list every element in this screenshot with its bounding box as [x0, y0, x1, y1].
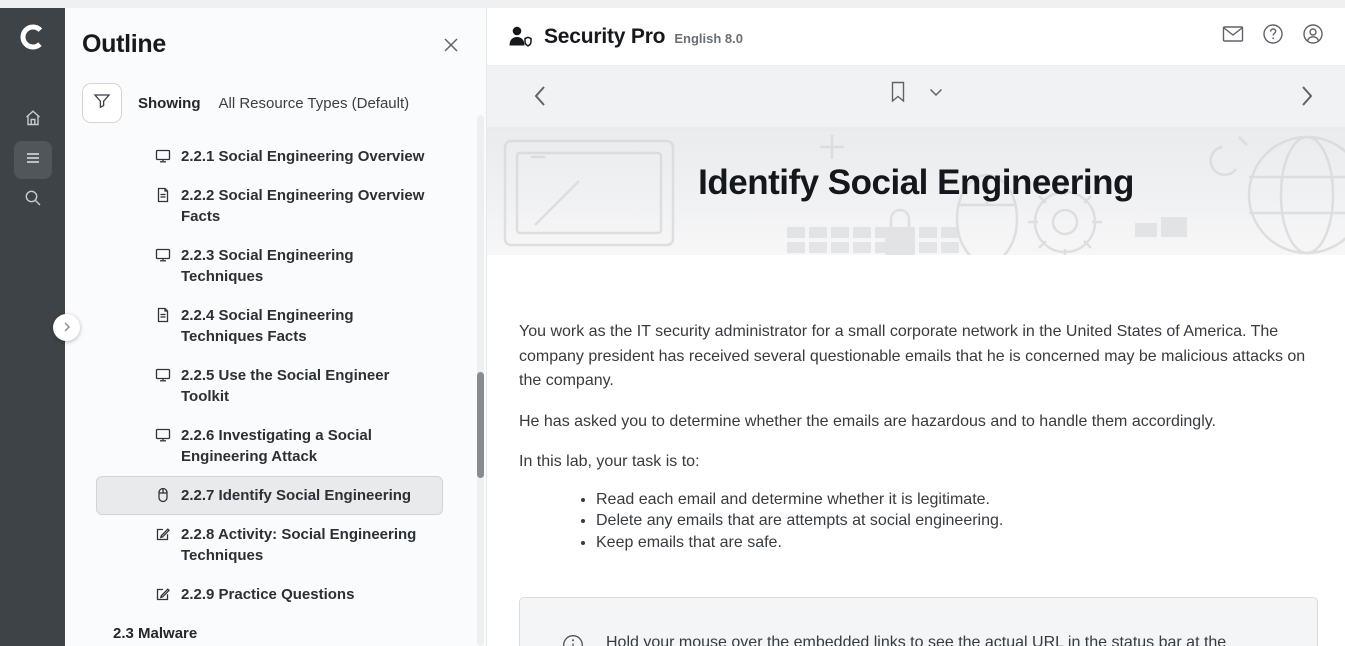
outline-item[interactable]: 2.2.4 Social Engineering Techniques Fact…	[96, 296, 443, 356]
lesson-banner: Identify Social Engineering	[487, 127, 1345, 255]
close-icon	[442, 41, 460, 58]
edit-icon	[155, 584, 171, 602]
collapse-panel-button[interactable]	[53, 314, 80, 341]
outline-scrollbar-thumb[interactable]	[477, 372, 484, 478]
account-button[interactable]	[1293, 17, 1333, 57]
filter-showing-label: Showing	[138, 95, 201, 112]
close-outline-button[interactable]	[442, 36, 460, 54]
document-icon	[155, 305, 171, 323]
outline-list: 2.2.1 Social Engineering Overview 2.2.2 …	[65, 137, 486, 646]
search-button[interactable]	[14, 181, 52, 219]
filter-funnel-icon	[93, 92, 111, 115]
outline-item[interactable]: 2.2.8 Activity: Social Engineering Techn…	[96, 515, 443, 575]
document-icon	[155, 185, 171, 203]
outline-item-label: 2.2.7 Identify Social Engineering	[181, 485, 411, 506]
help-button[interactable]	[1253, 17, 1293, 57]
course-header: Security Pro English 8.0	[487, 8, 1345, 66]
page-title: Identify Social Engineering	[487, 163, 1345, 203]
course-edition: English 8.0	[674, 31, 743, 46]
outline-panel: Outline Showing All Resource Types (Defa…	[65, 8, 486, 646]
menu-icon	[23, 148, 43, 173]
filter-value[interactable]: All Resource Types (Default)	[219, 95, 410, 112]
brand-logo-icon	[18, 22, 48, 57]
outline-button[interactable]	[14, 141, 52, 179]
task-intro: In this lab, your task is to:	[519, 450, 1318, 475]
bookmark-menu-button[interactable]	[929, 88, 943, 97]
top-strip	[0, 0, 1345, 8]
info-note: Hold your mouse over the embedded links …	[519, 597, 1318, 646]
outline-item-label: 2.2.6 Investigating a Social Engineering…	[181, 425, 430, 467]
monitor-icon	[155, 425, 171, 443]
messages-button[interactable]	[1213, 17, 1253, 57]
course-title: Security Pro	[544, 25, 665, 49]
next-lesson-button[interactable]	[1300, 83, 1314, 109]
profile-icon	[1302, 23, 1324, 50]
home-icon	[23, 108, 43, 133]
outline-section-label: 2.3 Malware	[113, 623, 197, 644]
task-item: Delete any emails that are attempts at s…	[596, 510, 1318, 532]
outline-item[interactable]: 2.2.9 Practice Questions	[96, 575, 443, 614]
chevron-right-icon	[62, 320, 72, 335]
task-item: Keep emails that are safe.	[596, 532, 1318, 554]
home-button[interactable]	[14, 101, 52, 139]
security-pro-logo-icon	[506, 24, 534, 50]
scenario-paragraph: He has asked you to determine whether th…	[519, 410, 1318, 435]
outline-item-selected[interactable]: 2.2.7 Identify Social Engineering	[96, 476, 443, 515]
outline-item-label: 2.2.8 Activity: Social Engineering Techn…	[181, 524, 430, 566]
info-icon	[562, 634, 584, 646]
lesson-navbar	[487, 66, 1345, 127]
task-list: Read each email and determine whether it…	[519, 489, 1318, 554]
monitor-icon	[155, 365, 171, 383]
monitor-icon	[155, 245, 171, 263]
search-icon	[23, 188, 43, 213]
bookmark-button[interactable]	[889, 81, 907, 103]
outline-item-label: 2.2.9 Practice Questions	[181, 584, 354, 605]
previous-lesson-button[interactable]	[533, 83, 547, 109]
outline-item[interactable]: 2.2.1 Social Engineering Overview	[96, 137, 443, 176]
outline-item[interactable]: 2.2.6 Investigating a Social Engineering…	[96, 416, 443, 476]
help-icon	[1262, 23, 1284, 50]
outline-item-label: 2.2.2 Social Engineering Overview Facts	[181, 185, 430, 227]
outline-item[interactable]: 2.2.3 Social Engineering Techniques	[96, 236, 443, 296]
filter-button[interactable]	[82, 83, 122, 123]
outline-title: Outline	[82, 30, 166, 59]
monitor-icon	[155, 146, 171, 164]
app-window: Outline Showing All Resource Types (Defa…	[0, 0, 1345, 646]
main-area: Security Pro English 8.0	[486, 8, 1345, 646]
edit-icon	[155, 524, 171, 542]
task-item: Read each email and determine whether it…	[596, 489, 1318, 511]
outline-item-label: 2.2.1 Social Engineering Overview	[181, 146, 424, 167]
outline-item-label: 2.2.5 Use the Social Engineer Toolkit	[181, 365, 430, 407]
mouse-icon	[155, 485, 171, 503]
info-note-text: Hold your mouse over the embedded links …	[606, 631, 1277, 646]
outline-section-header[interactable]: 2.3 Malware	[96, 614, 443, 646]
lesson-content: You work as the IT security administrato…	[487, 255, 1345, 646]
outline-item-label: 2.2.3 Social Engineering Techniques	[181, 245, 430, 287]
mail-icon	[1222, 25, 1244, 48]
outline-item[interactable]: 2.2.2 Social Engineering Overview Facts	[96, 176, 443, 236]
outline-item[interactable]: 2.2.5 Use the Social Engineer Toolkit	[96, 356, 443, 416]
scenario-paragraph: You work as the IT security administrato…	[519, 320, 1318, 394]
outline-item-label: 2.2.4 Social Engineering Techniques Fact…	[181, 305, 430, 347]
